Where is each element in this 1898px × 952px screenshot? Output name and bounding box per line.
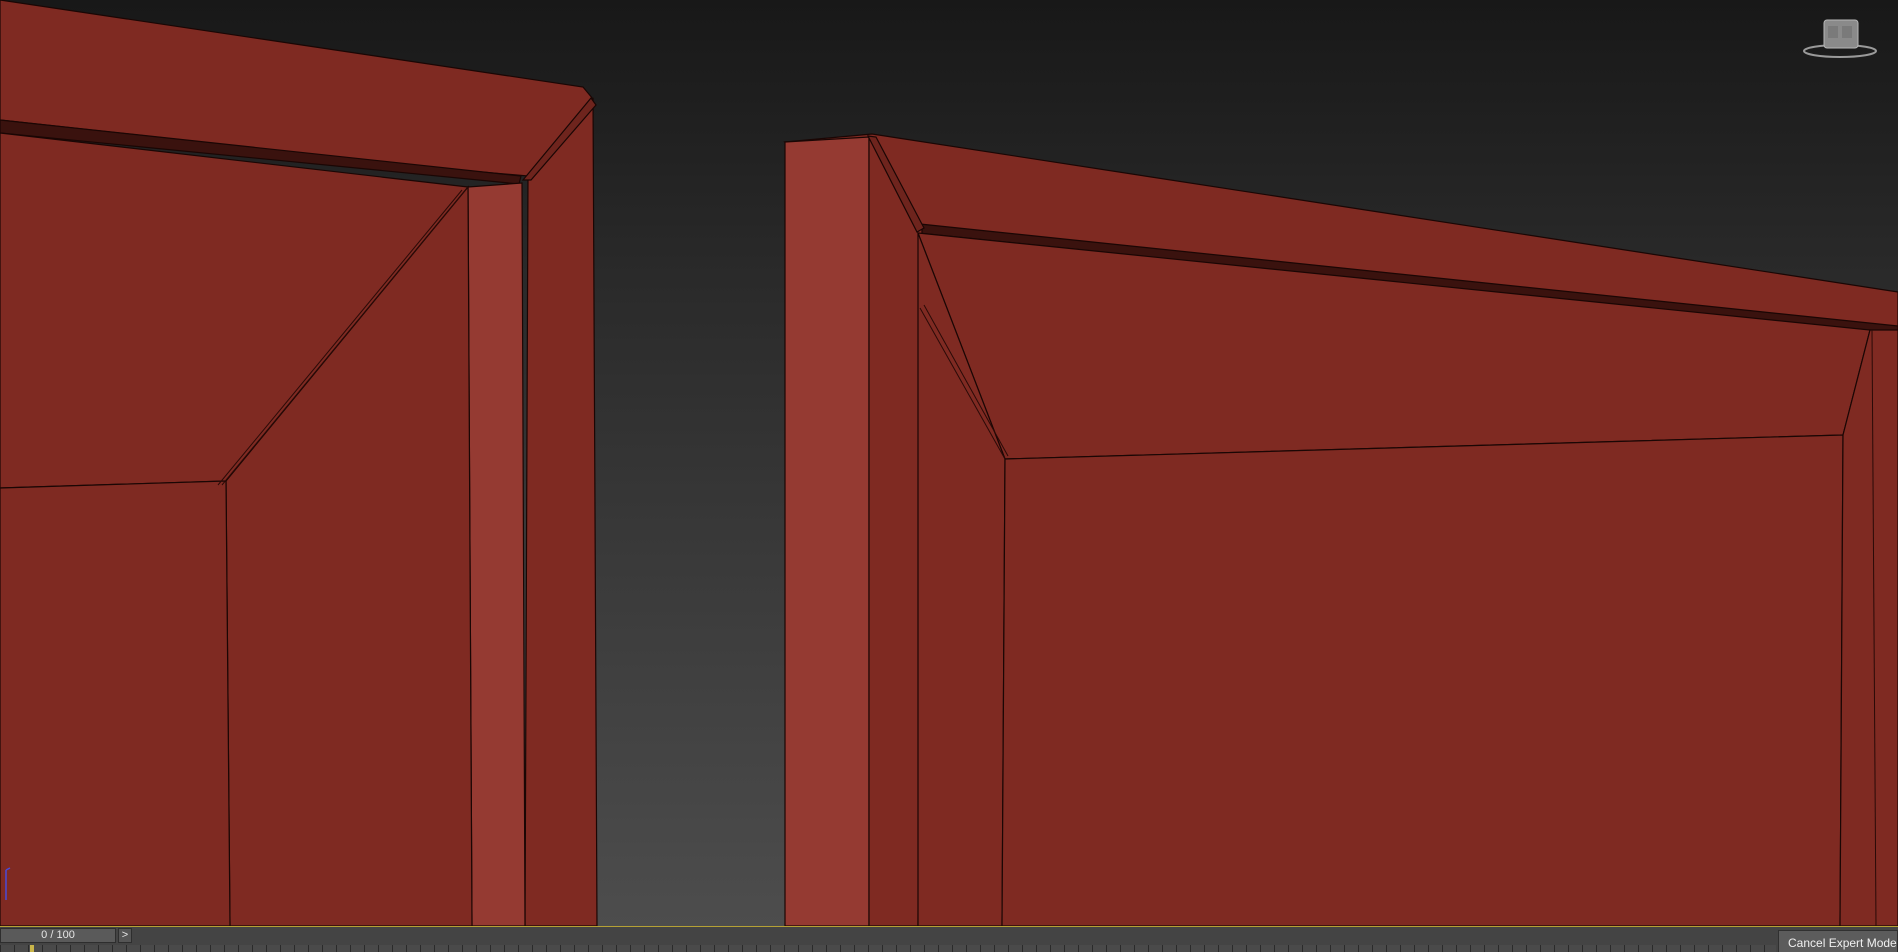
viewcube-icon[interactable]	[1800, 16, 1880, 60]
left-panel-lower	[0, 480, 231, 926]
cancel-expert-mode-button[interactable]: Cancel Expert Mode	[1778, 930, 1898, 952]
next-frame-button[interactable]: >	[118, 928, 132, 943]
timeline-bar: 0 / 100 > Cancel Expert Mode	[0, 926, 1898, 952]
left-door-frame[interactable]	[0, 0, 598, 926]
right-stile-lit	[784, 136, 870, 926]
right-door-frame[interactable]	[783, 133, 1898, 926]
left-frame-front-face	[524, 97, 598, 926]
time-marker[interactable]	[30, 945, 34, 952]
timeline-ruler[interactable]	[0, 945, 1776, 952]
perspective-viewport[interactable]	[0, 0, 1898, 926]
right-panel-center	[1001, 434, 1844, 926]
axis-tripod-icon	[5, 867, 11, 900]
time-slider[interactable]: 0 / 100	[0, 928, 116, 943]
right-frame-left-face	[868, 134, 923, 926]
app-window: 0 / 100 > Cancel Expert Mode	[0, 0, 1898, 952]
viewport-scene[interactable]	[0, 0, 1898, 926]
right-panel-right	[1839, 329, 1898, 926]
left-stile-lit	[467, 182, 526, 926]
